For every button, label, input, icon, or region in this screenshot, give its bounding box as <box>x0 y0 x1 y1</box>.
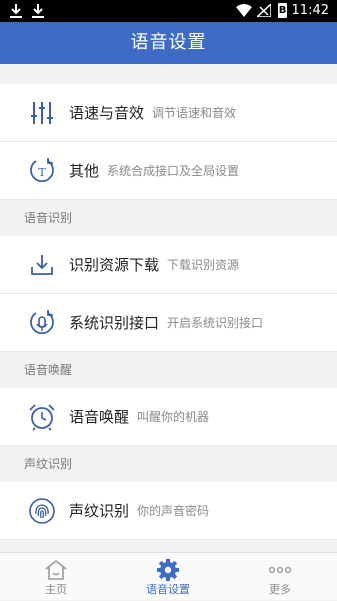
alarm-clock-icon <box>29 404 55 431</box>
tab-label: 主页 <box>45 583 67 596</box>
cell-download[interactable]: 识别资源下载 下载识别资源 <box>0 236 337 294</box>
status-time: 11:42 <box>291 3 329 18</box>
tab-label: 更多 <box>269 583 291 596</box>
cell-title: 语速与音效 <box>69 104 145 122</box>
battery-icon: B <box>278 3 287 18</box>
cell-subtitle: 系统合成接口及全局设置 <box>107 164 240 178</box>
cell-title: 系统识别接口 <box>69 314 160 332</box>
no-signal-icon <box>257 4 271 17</box>
cell-wakeup[interactable]: 语音唤醒 叫醒你的机器 <box>0 388 337 446</box>
cell-subtitle: 你的声音密码 <box>137 504 210 518</box>
cell-title: 其他 <box>69 162 100 180</box>
title-bar: 语音设置 <box>0 22 337 64</box>
cell-subtitle: 开启系统识别接口 <box>167 316 264 330</box>
download-notification-icon <box>10 4 22 18</box>
text-refresh-icon: T <box>30 158 54 183</box>
download-icon <box>31 255 53 275</box>
cell-title: 语音唤醒 <box>69 408 130 426</box>
fingerprint-icon <box>29 498 55 524</box>
cell-subtitle: 调节语速和音效 <box>152 106 237 120</box>
section-header-recognition: 语音识别 <box>0 200 337 236</box>
top-spacer <box>0 64 337 84</box>
sliders-icon <box>31 102 53 124</box>
cell-title: 声纹识别 <box>69 502 130 520</box>
wifi-icon <box>236 4 252 17</box>
svg-text:T: T <box>38 166 46 179</box>
battery-label: B <box>278 5 287 16</box>
cell-speed-effect[interactable]: 语速与音效 调节语速和音效 <box>0 84 337 142</box>
cell-subtitle: 下载识别资源 <box>167 258 240 272</box>
home-icon <box>45 559 67 580</box>
cell-voiceprint[interactable]: 声纹识别 你的声音密码 <box>0 482 337 540</box>
status-bar: B 11:42 <box>0 0 337 22</box>
settings-list[interactable]: 语速与音效 调节语速和音效 T 其他 系统合成接口及全局设置 语音识别 识别资源… <box>0 64 337 552</box>
cell-subtitle: 叫醒你的机器 <box>137 410 210 424</box>
tab-more[interactable]: 更多 <box>224 553 336 601</box>
more-icon <box>268 566 292 574</box>
section-header-wakeup: 语音唤醒 <box>0 352 337 388</box>
section-header-voiceprint: 声纹识别 <box>0 446 337 482</box>
tab-label: 语音设置 <box>146 583 190 596</box>
mic-refresh-icon <box>30 310 54 335</box>
tab-voice-settings[interactable]: 语音设置 <box>112 553 224 601</box>
cell-system-interface[interactable]: 系统识别接口 开启系统识别接口 <box>0 294 337 352</box>
cell-other[interactable]: T 其他 系统合成接口及全局设置 <box>0 142 337 200</box>
download-notification-icon <box>32 4 44 18</box>
gear-icon <box>157 559 179 581</box>
cell-title: 识别资源下载 <box>69 256 160 274</box>
bottom-tab-bar: 主页 语音设置 更多 <box>0 552 337 600</box>
page-title: 语音设置 <box>130 32 207 53</box>
tab-home[interactable]: 主页 <box>0 553 112 601</box>
